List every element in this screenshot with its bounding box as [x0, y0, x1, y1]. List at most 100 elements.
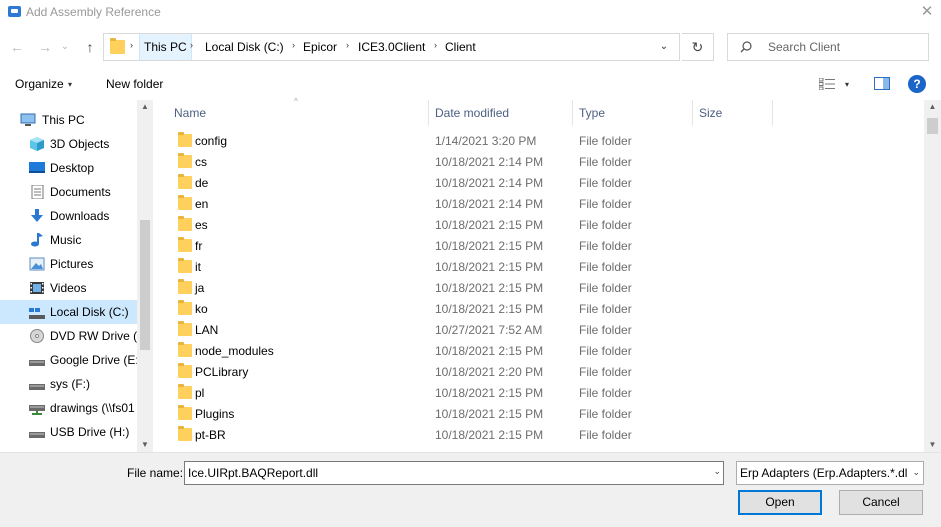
file-row[interactable]: en 10/18/2021 2:14 PM File folder [166, 194, 924, 215]
breadcrumb-separator[interactable]: › [190, 40, 193, 50]
navigation-scrollbar[interactable]: ▲ ▼ [137, 100, 153, 452]
folder-icon [178, 342, 192, 357]
chevron-down-icon[interactable]: ⌄ [912, 467, 920, 478]
sidebar-item-desktop[interactable]: Desktop [0, 156, 138, 180]
column-divider[interactable] [428, 100, 429, 126]
breadcrumb-separator[interactable]: › [346, 40, 349, 50]
column-divider[interactable] [772, 100, 773, 126]
breadcrumb-separator[interactable]: › [292, 40, 295, 50]
computer-icon [20, 113, 36, 126]
sidebar-item-google-drive[interactable]: Google Drive (E:) [0, 348, 138, 372]
column-header-date[interactable]: Date modified [435, 106, 509, 120]
sidebar-item-drawings[interactable]: drawings (\\fs01 [0, 396, 138, 420]
file-name-input[interactable]: Ice.UIRpt.BAQReport.dll ⌄ [184, 461, 724, 485]
refresh-button[interactable]: ↻ [682, 33, 714, 61]
sidebar-item-sys-drive[interactable]: sys (F:) [0, 372, 138, 396]
drive-icon [29, 308, 45, 319]
sidebar-item-music[interactable]: Music [0, 228, 138, 252]
sidebar-item-downloads[interactable]: Downloads [0, 204, 138, 228]
preview-pane-icon[interactable] [874, 77, 890, 90]
sidebar-item-label: DVD RW Drive (D [50, 329, 138, 343]
breadcrumb-separator[interactable]: › [434, 40, 437, 50]
file-type: File folder [579, 407, 632, 421]
sidebar-item-videos[interactable]: Videos [0, 276, 138, 300]
file-row[interactable]: de 10/18/2021 2:14 PM File folder [166, 173, 924, 194]
file-row[interactable]: node_modules 10/18/2021 2:15 PM File fol… [166, 341, 924, 362]
up-button[interactable]: ↑ [79, 36, 101, 58]
sidebar-item-usb-drive[interactable]: USB Drive (H:) [0, 420, 138, 444]
file-type-filter[interactable]: Erp Adapters (Erp.Adapters.*.dll ⌄ [736, 461, 924, 485]
folder-icon [178, 384, 192, 399]
file-row[interactable]: Plugins 10/18/2021 2:15 PM File folder [166, 404, 924, 425]
sidebar-item-3d-objects[interactable]: 3D Objects [0, 132, 138, 156]
chevron-down-icon[interactable]: ⌄ [713, 466, 721, 477]
close-button[interactable]: ✕ [913, 0, 941, 26]
address-dropdown-button[interactable]: ⌄ [652, 37, 676, 57]
file-row[interactable]: LAN 10/27/2021 7:52 AM File folder [166, 320, 924, 341]
organize-dropdown-icon[interactable]: ▾ [68, 80, 72, 89]
file-row[interactable]: fr 10/18/2021 2:15 PM File folder [166, 236, 924, 257]
open-button[interactable]: Open [738, 490, 822, 515]
column-header-size[interactable]: Size [699, 106, 722, 120]
sidebar-item-local-disk[interactable]: Local Disk (C:) [0, 300, 138, 324]
sidebar-item-label: This PC [42, 113, 85, 127]
navigation-pane: This PC 3D Objects Desktop Documents Dow… [0, 100, 153, 452]
file-row[interactable]: es 10/18/2021 2:15 PM File folder [166, 215, 924, 236]
file-name-value[interactable]: Ice.UIRpt.BAQReport.dll [188, 466, 318, 480]
address-bar[interactable]: › This PC › Local Disk (C:) › Epicor › I… [103, 33, 680, 61]
breadcrumb-epicor[interactable]: Epicor [303, 40, 337, 54]
breadcrumb-ice3-client[interactable]: ICE3.0Client [358, 40, 425, 54]
cancel-button[interactable]: Cancel [839, 490, 923, 515]
breadcrumb-this-pc[interactable]: This PC [139, 34, 192, 60]
scroll-down-icon[interactable]: ▼ [137, 438, 153, 452]
file-row[interactable]: pt-BR 10/18/2021 2:15 PM File folder [166, 425, 924, 446]
sidebar-item-label: Documents [50, 185, 111, 199]
file-row[interactable]: config 1/14/2021 3:20 PM File folder [166, 131, 924, 152]
file-row[interactable]: ko 10/18/2021 2:15 PM File folder [166, 299, 924, 320]
breadcrumb-separator[interactable]: › [130, 40, 133, 50]
breadcrumb-client[interactable]: Client [445, 40, 476, 54]
sidebar-item-this-pc[interactable]: This PC [0, 108, 138, 132]
file-name: node_modules [195, 344, 274, 358]
scroll-down-icon[interactable]: ▼ [924, 438, 941, 452]
file-date: 10/18/2021 2:15 PM [435, 218, 544, 232]
scrollbar-thumb[interactable] [927, 118, 938, 134]
file-row[interactable]: it 10/18/2021 2:15 PM File folder [166, 257, 924, 278]
back-button[interactable]: ← [6, 36, 28, 58]
new-folder-button[interactable]: New folder [106, 77, 163, 91]
sidebar-item-pictures[interactable]: Pictures [0, 252, 138, 276]
search-box[interactable]: Search Client [727, 33, 929, 61]
file-name: it [195, 260, 201, 274]
help-icon[interactable]: ? [908, 75, 926, 93]
file-row[interactable]: cs 10/18/2021 2:14 PM File folder [166, 152, 924, 173]
file-name: cs [195, 155, 207, 169]
file-row[interactable]: PCLibrary 10/18/2021 2:20 PM File folder [166, 362, 924, 383]
scroll-up-icon[interactable]: ▲ [137, 100, 153, 114]
sidebar-item-dvd-drive[interactable]: DVD RW Drive (D [0, 324, 138, 348]
file-row[interactable]: pl 10/18/2021 2:15 PM File folder [166, 383, 924, 404]
file-date: 10/18/2021 2:15 PM [435, 386, 544, 400]
sidebar-item-label: drawings (\\fs01 [50, 401, 135, 415]
recent-locations-button[interactable]: ⌄ [58, 36, 72, 58]
desktop-icon [29, 162, 45, 173]
scroll-up-icon[interactable]: ▲ [924, 100, 941, 114]
scrollbar-thumb[interactable] [140, 220, 150, 350]
file-type: File folder [579, 176, 632, 190]
column-divider[interactable] [572, 100, 573, 126]
view-options-icon[interactable] [819, 78, 835, 90]
column-header-name[interactable]: Name [174, 106, 206, 120]
file-list: config 1/14/2021 3:20 PM File folder cs … [166, 131, 924, 452]
file-type: File folder [579, 365, 632, 379]
column-header-type[interactable]: Type [579, 106, 605, 120]
file-list-scrollbar[interactable]: ▲ ▼ [924, 100, 941, 452]
column-divider[interactable] [692, 100, 693, 126]
file-name: en [195, 197, 209, 211]
organize-button[interactable]: Organize [15, 77, 64, 91]
view-dropdown-icon[interactable]: ▾ [845, 80, 849, 89]
forward-button[interactable]: → [34, 36, 56, 58]
folder-icon [178, 426, 192, 441]
file-row[interactable]: ja 10/18/2021 2:15 PM File folder [166, 278, 924, 299]
file-type: File folder [579, 302, 632, 316]
sidebar-item-documents[interactable]: Documents [0, 180, 138, 204]
breadcrumb-local-disk[interactable]: Local Disk (C:) [205, 40, 284, 54]
